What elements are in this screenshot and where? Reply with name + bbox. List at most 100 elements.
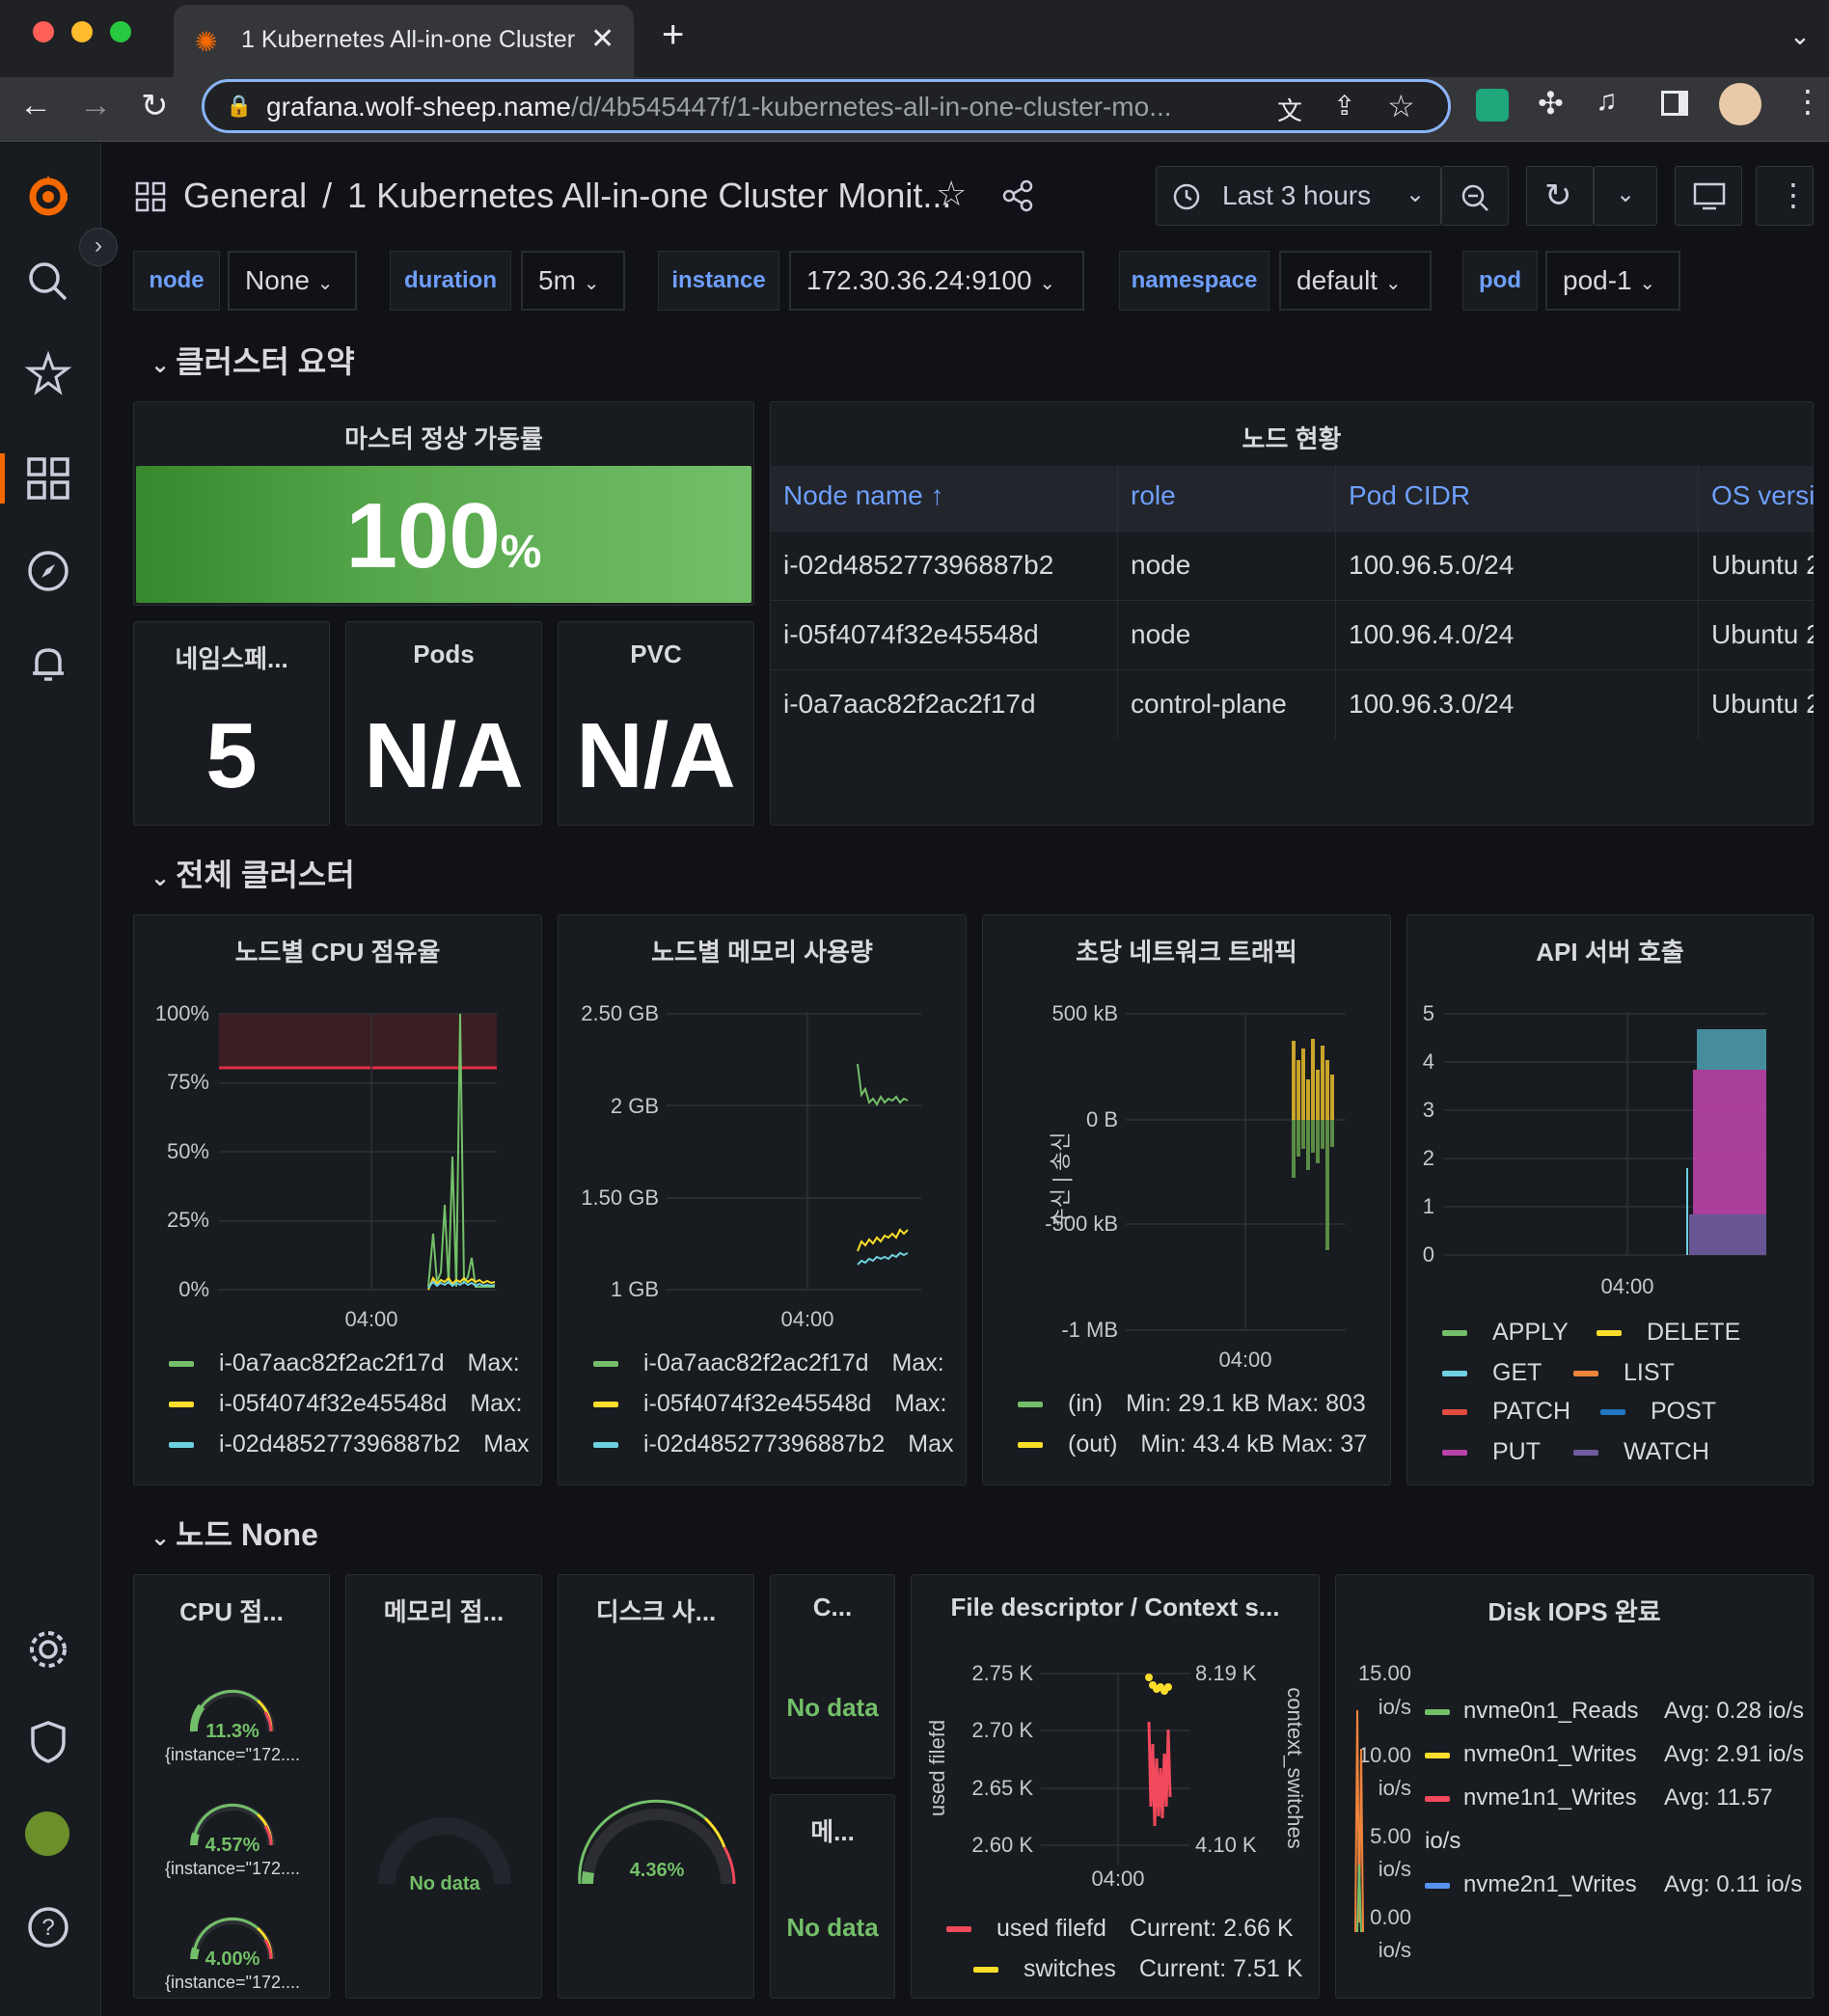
y-tick: 0 B — [1086, 1107, 1118, 1131]
expand-sidebar-chevron-icon[interactable]: › — [79, 228, 118, 266]
row-summary-title[interactable]: ⌄ 클러스터 요약 — [150, 338, 355, 382]
var-select-instance[interactable]: 172.30.36.24:9100 ⌄ — [789, 251, 1084, 311]
file-descriptor-panel: File descriptor / Context s... used file… — [911, 1574, 1320, 1999]
settings-gear-icon[interactable] — [23, 1624, 73, 1675]
time-picker-button[interactable]: Last 3 hours ⌄ — [1156, 166, 1441, 226]
col-os-version-header[interactable]: OS versi — [1711, 480, 1815, 511]
legend-swatch — [169, 1442, 194, 1449]
dashboards-icon[interactable] — [23, 453, 73, 504]
row-cluster-title[interactable]: ⌄ 전체 클러스터 — [150, 851, 355, 895]
y-unit: io/s — [1379, 1938, 1411, 1962]
master-uptime-panel: 마스터 정상 가동률 100% — [133, 401, 754, 606]
col-role-cell: control-plane — [1131, 689, 1287, 719]
var-select-duration[interactable]: 5m ⌄ — [521, 251, 625, 311]
legend-item[interactable]: i-05f4074f32e45548d Max: — [169, 1390, 523, 1418]
legend-item[interactable]: WATCH — [1573, 1438, 1709, 1466]
reload-icon[interactable]: ↻ — [141, 87, 169, 125]
legend-item[interactable]: i-0a7aac82f2ac2f17d Max: — [593, 1349, 944, 1377]
legend-item[interactable]: LIST — [1573, 1359, 1675, 1387]
legend-item[interactable]: POST — [1600, 1398, 1716, 1426]
extension-green-icon[interactable] — [1476, 89, 1509, 122]
address-bar[interactable]: 🔒 grafana.wolf-sheep.name/d/4b545447f/1-… — [202, 79, 1451, 133]
cpu-gauge-2: 4.57% {instance="172.... — [165, 1803, 300, 1878]
close-tab-icon[interactable]: ✕ — [590, 22, 614, 56]
share-icon[interactable] — [1001, 179, 1034, 212]
pods-count-value: N/A — [364, 704, 524, 807]
legend-item[interactable]: nvme2n1_Writes Avg: 0.11 io/s — [1425, 1863, 1813, 1906]
share-page-icon[interactable]: ⇪ — [1333, 90, 1355, 122]
var-select-node[interactable]: None ⌄ — [228, 251, 357, 311]
no-data-text: No data — [786, 1693, 879, 1722]
legend-name: used filefd — [996, 1915, 1106, 1942]
var-select-pod[interactable]: pod-1 ⌄ — [1545, 251, 1680, 311]
x-tick: 04:00 — [780, 1307, 833, 1330]
refresh-interval-button[interactable]: ⌄ — [1594, 166, 1657, 226]
legend-item[interactable]: APPLY — [1442, 1319, 1569, 1347]
mark-favorite-star-icon[interactable]: ☆ — [936, 174, 967, 214]
col-node-name-header[interactable]: Node name ↑ — [783, 480, 944, 511]
side-panel-icon[interactable] — [1661, 91, 1688, 116]
minimize-window-button[interactable] — [71, 21, 93, 42]
legend-item[interactable]: i-02d485277396887b2 Max — [169, 1430, 529, 1458]
explore-compass-icon[interactable] — [23, 546, 73, 596]
legend-item[interactable]: i-02d485277396887b2 Max — [593, 1430, 953, 1458]
legend-item[interactable]: used filefd Current: 2.66 K — [946, 1915, 1294, 1943]
alerting-bell-icon[interactable] — [23, 639, 73, 689]
profile-avatar-icon[interactable] — [1719, 83, 1761, 125]
col-role-header[interactable]: role — [1131, 480, 1176, 511]
grid — [667, 1013, 921, 1291]
new-tab-icon[interactable]: + — [662, 14, 684, 57]
legend-item[interactable]: nvme0n1_Reads Avg: 0.28 io/s — [1425, 1689, 1813, 1732]
legend-item[interactable]: PUT — [1442, 1438, 1541, 1466]
more-options-button[interactable]: ⋮ — [1756, 166, 1814, 226]
tab-list-chevron-icon[interactable]: ⌄ — [1789, 21, 1811, 51]
legend-item[interactable]: GET — [1442, 1359, 1542, 1387]
extensions-puzzle-icon[interactable]: ✣ — [1538, 85, 1564, 122]
col-pod-cidr-cell: 100.96.4.0/24 — [1349, 619, 1515, 649]
legend-item[interactable]: DELETE — [1597, 1319, 1740, 1347]
grafana-logo-icon[interactable] — [23, 172, 73, 222]
active-indicator — [0, 453, 5, 504]
tv-mode-button[interactable] — [1675, 166, 1742, 226]
legend-stat: Max: — [470, 1390, 523, 1417]
search-icon[interactable] — [23, 257, 73, 307]
memory-series-05f — [857, 1228, 909, 1252]
gauge-value: 4.00% — [205, 1948, 260, 1970]
legend-item[interactable]: (in) Min: 29.1 kB Max: 803 — [1018, 1390, 1366, 1418]
help-icon[interactable]: ? — [23, 1902, 73, 1952]
cpu-gauge-3: 4.00% {instance="172.... — [165, 1917, 300, 1992]
translate-icon[interactable]: 文 — [1277, 92, 1302, 127]
namespace-count-panel: 네임스페... 5 — [133, 621, 330, 826]
close-window-button[interactable] — [33, 21, 54, 42]
legend-item[interactable]: i-05f4074f32e45548d Max: — [593, 1390, 947, 1418]
zoom-out-button[interactable] — [1441, 166, 1509, 226]
chevron-down-icon: ⌄ — [1616, 181, 1636, 207]
row-node-title[interactable]: ⌄ 노드 None — [150, 1511, 318, 1555]
media-control-icon[interactable]: ♫ — [1596, 85, 1618, 118]
breadcrumb-root[interactable]: General — [183, 176, 307, 215]
dashboard-title[interactable]: 1 Kubernetes All-in-one Cluster Monit... — [347, 176, 951, 215]
legend-item[interactable]: nvme1n1_Writes Avg: 11.57 io/s — [1425, 1776, 1813, 1863]
maximize-window-button[interactable] — [110, 21, 131, 42]
starred-icon[interactable] — [23, 349, 73, 399]
fd-series-used — [1147, 1721, 1172, 1827]
server-admin-shield-icon[interactable] — [23, 1717, 73, 1767]
var-select-namespace[interactable]: default ⌄ — [1279, 251, 1432, 311]
browser-menu-icon[interactable]: ⋮ — [1792, 83, 1823, 120]
legend-item[interactable]: (out) Min: 43.4 kB Max: 37 — [1018, 1430, 1367, 1458]
bookmark-star-icon[interactable]: ☆ — [1387, 88, 1415, 124]
legend-item[interactable]: i-0a7aac82f2ac2f17d Max: — [169, 1349, 520, 1377]
col-pod-cidr-header[interactable]: Pod CIDR — [1349, 480, 1470, 511]
user-avatar-icon[interactable] — [25, 1812, 69, 1856]
legend-item[interactable]: nvme0n1_Writes Avg: 2.91 io/s — [1425, 1732, 1813, 1776]
legend-item[interactable]: PATCH — [1442, 1398, 1570, 1426]
legend-swatch — [1018, 1442, 1043, 1449]
legend-swatch — [1442, 1450, 1467, 1457]
refresh-button[interactable]: ↻ — [1526, 166, 1594, 226]
browser-tab[interactable]: ✺ 1 Kubernetes All-in-one Cluster ✕ — [174, 5, 634, 77]
back-icon[interactable]: ← — [19, 87, 52, 124]
forward-icon[interactable]: → — [79, 87, 112, 124]
legend-item[interactable]: switches Current: 7.51 K — [973, 1955, 1302, 1983]
panel-title: 노드 현황 — [1242, 424, 1342, 453]
master-uptime-number: 100 — [345, 484, 501, 587]
